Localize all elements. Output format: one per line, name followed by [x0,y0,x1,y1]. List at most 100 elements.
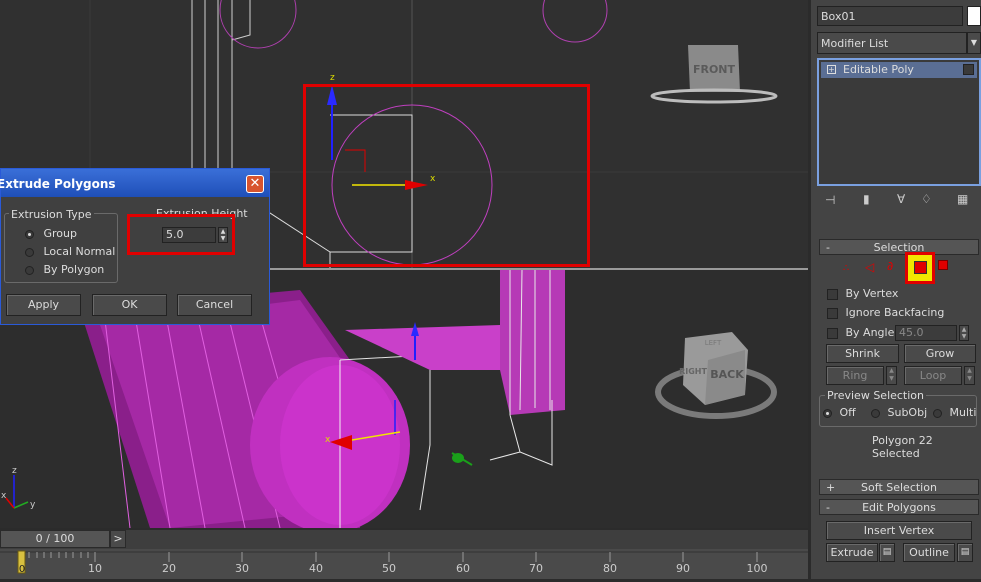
chevron-down-icon[interactable]: ▼ [967,32,981,54]
loop-button[interactable]: Loop [904,366,962,385]
ok-button[interactable]: OK [92,294,167,316]
radio-by-polygon-label: By Polygon [43,263,105,276]
make-unique-icon[interactable]: ∀ [897,192,905,206]
tick-label-50: 50 [382,562,396,575]
radio-group[interactable]: Group [25,227,77,240]
by-angle-checkbox[interactable]: By Angle: [827,326,898,339]
preview-off-label: Off [839,406,856,419]
soft-selection-header-label: Soft Selection [861,481,937,494]
next-frame-button[interactable]: > [110,530,126,548]
selection-status: Polygon 22 Selected [872,434,933,460]
grow-button[interactable]: Grow [904,344,976,363]
ring-button[interactable]: Ring [826,366,884,385]
angle-spinner[interactable]: ▲ ▼ [959,325,969,341]
border-mode-icon[interactable]: ∂ [887,259,893,273]
expand-icon: + [826,481,836,494]
extrude-button[interactable]: Extrude [826,543,878,562]
selection-rollout-header[interactable]: - Selection [819,239,979,255]
edge-mode-icon[interactable]: ◁ [865,260,874,274]
collapse-icon: - [826,241,830,254]
triad-label-z: z [12,466,17,476]
radio-local-normal-dot[interactable] [25,247,34,257]
polygon-mode-button[interactable] [905,252,935,284]
tick-label-100: 100 [747,562,768,575]
shrink-button[interactable]: Shrink [826,344,899,363]
show-end-result-icon[interactable]: ▮ [863,192,870,206]
by-vertex-box[interactable] [827,288,838,300]
tick-label-80: 80 [603,562,617,575]
outline-button[interactable]: Outline [903,543,955,562]
triad-label-x: x [1,491,7,501]
persp-axis-label-x: x [325,435,331,445]
edit-polygons-header-label: Edit Polygons [862,501,936,514]
stack-item-toggle[interactable] [963,64,974,75]
preview-subobj-radio[interactable]: SubObj [871,406,927,419]
extrude-polygons-dialog: Extrude Polygons ✕ Extrusion Type Group … [0,168,270,325]
radio-by-polygon-dot[interactable] [25,265,34,275]
tick-label-60: 60 [456,562,470,575]
radio-local-normal-label: Local Normal [43,245,116,258]
preview-subobj-dot[interactable] [871,408,880,418]
soft-selection-rollout-header[interactable]: + Soft Selection [819,479,979,495]
preview-multi-radio[interactable]: Multi [933,406,976,419]
outline-settings-icon[interactable]: ▤ [957,543,973,562]
by-angle-box[interactable] [827,327,838,339]
object-name-field[interactable]: Box01 [817,6,963,26]
radio-group-label: Group [43,227,78,240]
stack-item-label: Editable Poly [843,63,914,76]
time-slider[interactable]: 0 / 100 [0,530,110,548]
navcube-back-label[interactable]: BACK [710,368,744,381]
preview-subobj-label: SubObj [887,406,928,419]
by-angle-label: By Angle: [845,326,899,339]
tick-label-30: 30 [235,562,249,575]
stack-item-editable-poly[interactable]: + Editable Poly [821,62,977,78]
preview-multi-label: Multi [949,406,977,419]
tick-label-40: 40 [309,562,323,575]
collapse-icon-edit: - [826,501,830,514]
ignore-backfacing-box[interactable] [827,307,838,319]
ring-spinner[interactable]: ▲ ▼ [886,366,897,385]
angle-input[interactable]: 45.0 [895,325,957,341]
element-mode-icon[interactable] [938,260,948,270]
configure-sets-icon[interactable]: ▦ [957,192,968,206]
height-highlight-box [127,214,235,255]
preview-selection-label: Preview Selection [825,389,927,402]
frame-counter: 0 / 100 [35,532,75,545]
by-vertex-checkbox[interactable]: By Vertex [827,287,898,300]
command-panel: Box01 Modifier List ▼ + Editable Poly ⊣ … [811,0,981,579]
dialog-title-bar[interactable]: Extrude Polygons [0,169,269,197]
preview-off-radio[interactable]: Off [823,406,856,419]
edit-polygons-rollout-header[interactable]: - Edit Polygons [819,499,979,515]
ignore-backfacing-checkbox[interactable]: Ignore Backfacing [827,306,944,319]
vertex-mode-icon[interactable]: ∴ [843,263,849,274]
preview-off-dot[interactable] [823,408,832,418]
modifier-list-dropdown[interactable]: Modifier List [817,32,967,54]
apply-button[interactable]: Apply [6,294,81,316]
navcube-front-label[interactable]: FRONT [693,63,736,76]
radio-by-polygon[interactable]: By Polygon [25,263,104,276]
tick-label-70: 70 [529,562,543,575]
object-color-swatch[interactable] [967,6,981,26]
tick-label-10: 10 [88,562,102,575]
remove-modifier-icon[interactable]: ♢ [921,192,932,206]
plus-icon[interactable]: + [827,65,836,74]
axis-label-z: z [330,73,335,83]
extrude-settings-icon[interactable]: ▤ [879,543,895,562]
radio-group-dot[interactable] [25,229,34,239]
insert-vertex-button[interactable]: Insert Vertex [826,521,972,540]
navcube-left-label[interactable]: LEFT [705,339,722,347]
track-bar-ticks: 0 10 20 30 40 50 60 70 80 90 100 [0,550,808,575]
cancel-button[interactable]: Cancel [177,294,252,316]
pin-stack-icon[interactable]: ⊣ [825,193,835,207]
timeline: 0 / 100 > 0 10 20 30 40 50 60 70 80 90 1… [0,530,808,579]
triad-label-y: y [30,500,36,510]
track-bar[interactable]: 0 10 20 30 40 50 60 70 80 90 100 [0,549,808,579]
selection-highlight-box [303,84,590,267]
dialog-close-button[interactable]: ✕ [246,175,264,193]
navcube-right-label[interactable]: RIGHT [679,367,707,376]
polygon-icon [914,261,927,274]
tick-label-90: 90 [676,562,690,575]
preview-multi-dot[interactable] [933,408,942,418]
radio-local-normal[interactable]: Local Normal [25,245,115,258]
loop-spinner[interactable]: ▲ ▼ [964,366,975,385]
